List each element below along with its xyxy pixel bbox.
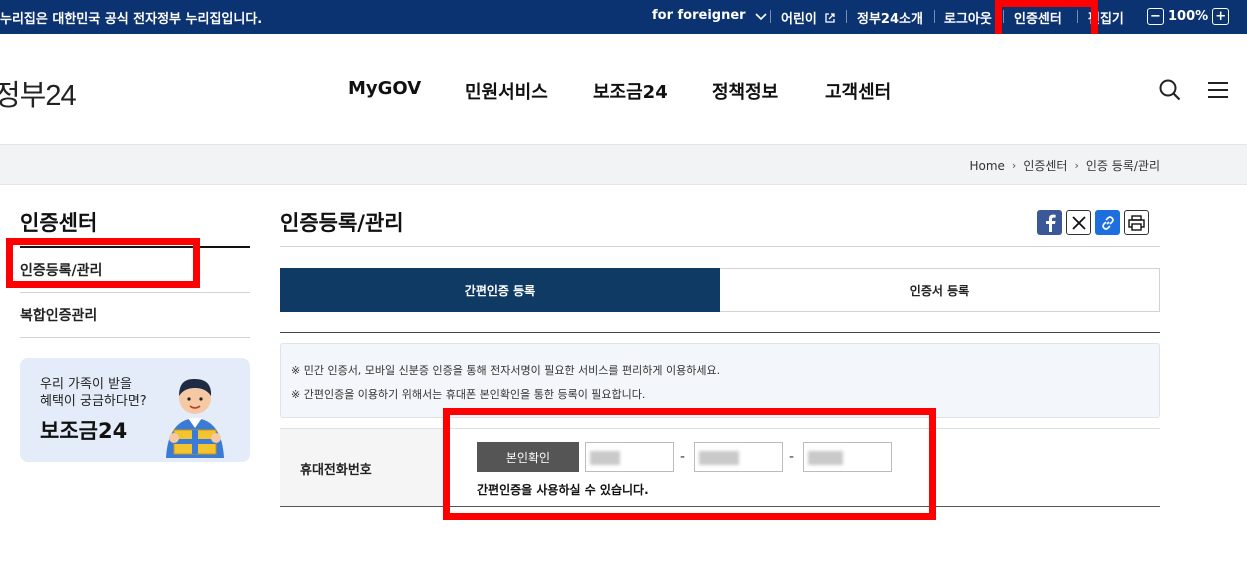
title-divider	[280, 246, 1160, 247]
zoom-in-button[interactable]: +	[1212, 8, 1230, 25]
nav-policy-info[interactable]: 정책정보	[712, 78, 778, 104]
lnb-divider	[20, 292, 250, 293]
lnb-divider	[20, 246, 250, 248]
foreigner-label: for foreigner	[652, 8, 746, 23]
lnb-title: 인증센터	[20, 211, 98, 235]
breadcrumb-home[interactable]: Home	[969, 159, 1004, 173]
kids-link[interactable]: 어린이	[781, 8, 836, 27]
phone-separator: -	[680, 449, 686, 465]
masked-value	[590, 451, 620, 465]
breadcrumb: Home › 인증센터 › 인증 등록/관리	[969, 157, 1160, 174]
breadcrumb-cert-center[interactable]: 인증센터	[1023, 157, 1067, 174]
notice-line-2: ※ 간편인증을 이용하기 위해서는 휴대폰 본인확인을 통한 등록이 필요합니다…	[291, 388, 646, 401]
external-link-icon	[825, 12, 835, 23]
phone-number-label: 휴대전화번호	[300, 463, 372, 478]
tab-divider	[280, 332, 1160, 333]
editor-link[interactable]: 편집기	[1088, 8, 1124, 27]
breadcrumb-current: 인증 등록/관리	[1085, 159, 1160, 173]
nav-subsidy24[interactable]: 보조금24	[593, 78, 668, 104]
foreigner-link[interactable]: for foreigner	[652, 8, 768, 23]
phone-separator: -	[789, 449, 795, 465]
form-bottom-border	[280, 506, 1160, 507]
notice-line-1: ※ 민간 인증서, 모바일 신분증 인증을 통해 전자서명이 필요한 서비스를 …	[291, 364, 721, 377]
chevron-right-icon: ›	[1011, 159, 1017, 172]
person-with-gift-icon	[166, 378, 224, 458]
info-notice-box: ※ 민간 인증서, 모바일 신분증 인증을 통해 전자서명이 필요한 서비스를 …	[280, 343, 1160, 418]
nav-mygov[interactable]: MyGOV	[348, 78, 421, 99]
page-title: 인증등록/관리	[280, 211, 404, 235]
auth-available-message: 간편인증을 사용하실 수 있습니다.	[477, 483, 649, 497]
banner-line-1: 우리 가족이 받을	[40, 377, 132, 392]
about-link[interactable]: 정부24소개	[857, 8, 923, 27]
kids-label: 어린이	[781, 12, 817, 27]
facebook-share-icon[interactable]	[1037, 210, 1062, 235]
nav-civil-services[interactable]: 민원서비스	[465, 78, 548, 104]
lnb-item-multi-auth[interactable]: 복합인증관리	[20, 305, 97, 325]
masked-value	[699, 451, 739, 465]
cert-center-link[interactable]: 인증센터	[1014, 8, 1062, 27]
zoom-level: 100%	[1168, 9, 1209, 24]
site-header: 정부24 MyGOV 민원서비스 보조금24 정책정보 고객센터	[0, 34, 1247, 144]
banner-title: 보조금24	[40, 419, 128, 443]
tab-simple-auth-register[interactable]: 간편인증 등록	[280, 268, 720, 312]
print-icon[interactable]	[1124, 210, 1149, 235]
tab-certificate-register[interactable]: 인증서 등록	[720, 268, 1160, 312]
breadcrumb-bar: Home › 인증센터 › 인증 등록/관리	[0, 144, 1247, 185]
masked-value	[808, 451, 843, 465]
official-site-notice: 누리집은 대한민국 공식 전자정부 누리집입니다.	[0, 12, 263, 27]
menu-icon[interactable]	[1206, 78, 1230, 102]
chevron-down-icon	[755, 12, 767, 20]
subsidy24-banner[interactable]: 우리 가족이 받을 혜택이 궁금하다면? 보조금24	[20, 358, 250, 462]
search-icon[interactable]	[1158, 78, 1182, 102]
identity-verify-button[interactable]: 본인확인	[477, 442, 579, 472]
x-share-icon[interactable]	[1066, 210, 1091, 235]
link-copy-icon[interactable]	[1095, 210, 1120, 235]
chevron-right-icon: ›	[1074, 159, 1079, 172]
banner-text: 우리 가족이 받을 혜택이 궁금하다면?	[40, 376, 147, 410]
zoom-out-button[interactable]: −	[1147, 8, 1164, 25]
site-logo[interactable]: 정부24	[0, 72, 77, 114]
zoom-control: − 100% +	[1147, 8, 1230, 25]
nav-customer-center[interactable]: 고객센터	[825, 78, 891, 104]
top-utility-bar: 누리집은 대한민국 공식 전자정부 누리집입니다. for foreigner …	[0, 0, 1247, 34]
logout-link[interactable]: 로그아웃	[944, 8, 992, 27]
lnb-item-cert-register[interactable]: 인증등록/관리	[20, 260, 102, 280]
banner-line-2: 혜택이 궁금하다면?	[40, 394, 147, 409]
lnb-divider	[20, 337, 250, 338]
